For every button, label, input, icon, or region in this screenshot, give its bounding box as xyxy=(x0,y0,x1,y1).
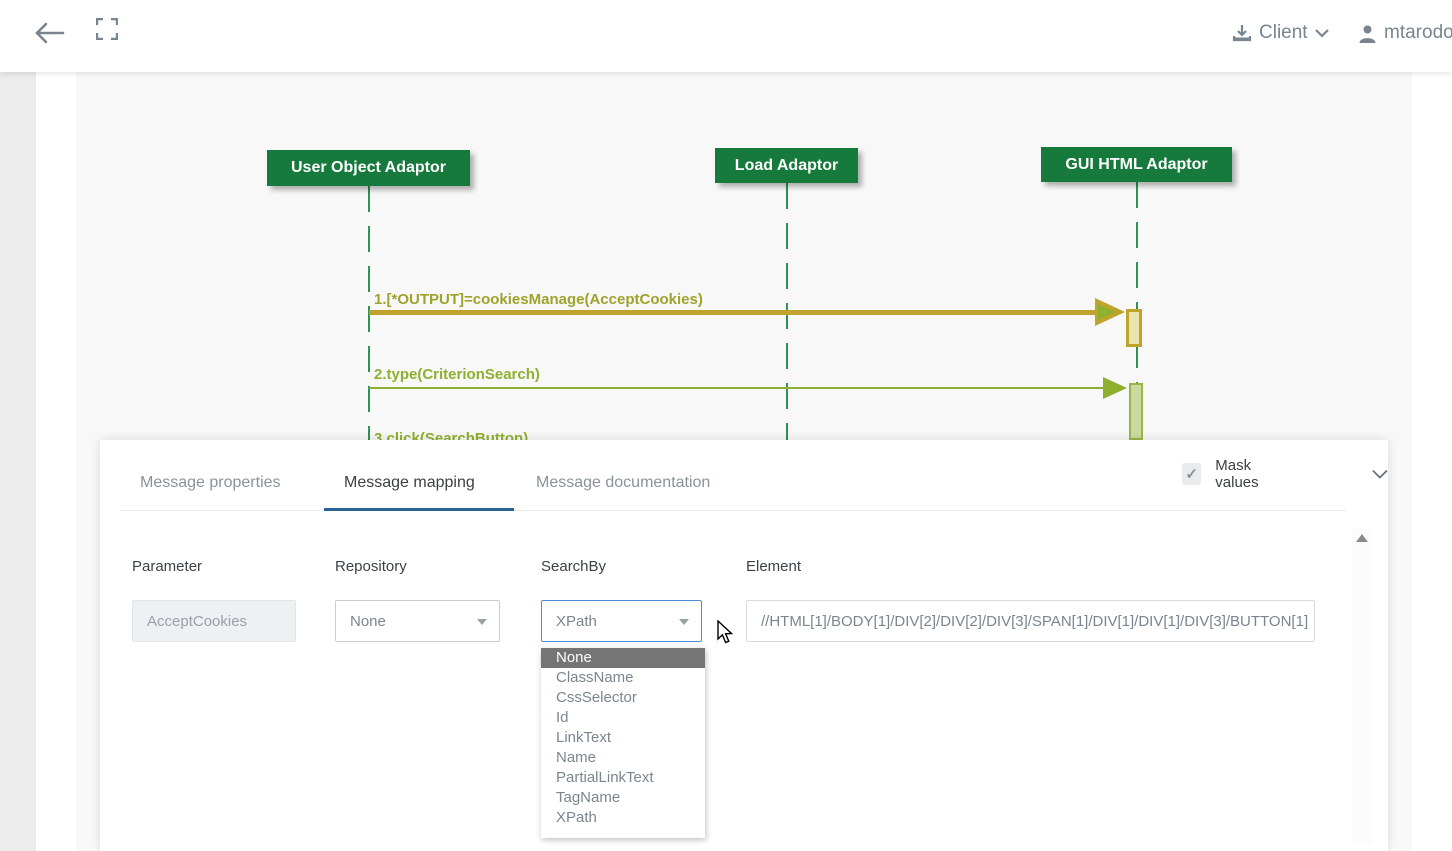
parameter-input[interactable]: AcceptCookies xyxy=(132,600,296,642)
dropdown-option-classname[interactable]: ClassName xyxy=(541,668,705,688)
activation-bar-2 xyxy=(1129,383,1143,440)
element-xpath-input[interactable]: //HTML[1]/BODY[1]/DIV[2]/DIV[2]/DIV[3]/S… xyxy=(746,600,1315,642)
repository-select[interactable]: None xyxy=(335,600,500,642)
parameter-label: Parameter xyxy=(132,558,202,575)
dropdown-option-tagname[interactable]: TagName xyxy=(541,788,705,808)
left-gutter-white xyxy=(36,72,76,851)
message-detail-panel: Message properties Message mapping Messa… xyxy=(100,440,1388,851)
message-2-arrow[interactable] xyxy=(369,387,1110,389)
download-icon xyxy=(1232,23,1252,43)
user-icon xyxy=(1358,24,1377,43)
tab-divider xyxy=(120,510,1346,511)
searchby-select[interactable]: XPath xyxy=(541,600,702,642)
mask-values-label: Mask values xyxy=(1215,457,1288,491)
username-label: mtarodo xyxy=(1384,22,1452,44)
element-label: Element xyxy=(746,558,801,575)
select-caret-icon xyxy=(679,619,689,625)
top-header: Client mtarodo xyxy=(0,0,1452,72)
message-1-label[interactable]: 1.[*OUTPUT]=cookiesManage(AcceptCookies) xyxy=(374,291,703,308)
chevron-down-icon xyxy=(1315,29,1329,38)
message-2-label[interactable]: 2.type(CriterionSearch) xyxy=(374,366,540,383)
parameter-value: AcceptCookies xyxy=(147,613,247,630)
dropdown-option-linktext[interactable]: LinkText xyxy=(541,728,705,748)
repository-value: None xyxy=(350,613,386,630)
tab-message-documentation[interactable]: Message documentation xyxy=(536,474,710,492)
message-1-arrowhead-inner xyxy=(1098,304,1115,320)
searchby-dropdown-list: None ClassName CssSelector Id LinkText N… xyxy=(541,648,705,838)
left-gutter xyxy=(0,72,36,851)
dropdown-option-id[interactable]: Id xyxy=(541,708,705,728)
dropdown-option-none[interactable]: None xyxy=(541,648,705,668)
client-menu[interactable]: Client xyxy=(1232,16,1329,50)
panel-scrollbar[interactable] xyxy=(1352,528,1372,844)
repository-label: Repository xyxy=(335,558,407,575)
scroll-up-icon[interactable] xyxy=(1356,534,1368,542)
mask-values-checkbox[interactable]: ✓ xyxy=(1182,463,1201,485)
element-value: //HTML[1]/BODY[1]/DIV[2]/DIV[2]/DIV[3]/S… xyxy=(761,613,1308,630)
searchby-label: SearchBy xyxy=(541,558,606,575)
actor-label: Load Adaptor xyxy=(735,157,838,175)
dropdown-option-cssselector[interactable]: CssSelector xyxy=(541,688,705,708)
collapse-panel-chevron-icon[interactable] xyxy=(1372,469,1388,480)
dropdown-option-name[interactable]: Name xyxy=(541,748,705,768)
user-menu[interactable]: mtarodo xyxy=(1358,16,1452,50)
actor-user-object-adaptor[interactable]: User Object Adaptor xyxy=(267,150,470,186)
message-1-arrow[interactable] xyxy=(369,310,1106,315)
searchby-value: XPath xyxy=(556,613,597,630)
tab-message-mapping[interactable]: Message mapping xyxy=(344,474,475,492)
actor-gui-html-adaptor[interactable]: GUI HTML Adaptor xyxy=(1041,147,1232,182)
dropdown-option-xpath[interactable]: XPath xyxy=(541,808,705,828)
client-label: Client xyxy=(1259,22,1308,44)
active-tab-underline xyxy=(324,508,514,511)
message-2-arrowhead xyxy=(1103,377,1127,399)
actor-load-adaptor[interactable]: Load Adaptor xyxy=(715,148,858,183)
fullscreen-icon[interactable] xyxy=(96,18,118,40)
actor-label: User Object Adaptor xyxy=(291,159,446,177)
activation-bar-1 xyxy=(1126,309,1142,347)
select-caret-icon xyxy=(477,619,487,625)
actor-label: GUI HTML Adaptor xyxy=(1065,156,1207,174)
dropdown-option-partiallinktext[interactable]: PartialLinkText xyxy=(541,768,705,788)
back-arrow-icon[interactable] xyxy=(32,16,66,50)
tab-message-properties[interactable]: Message properties xyxy=(140,474,281,492)
